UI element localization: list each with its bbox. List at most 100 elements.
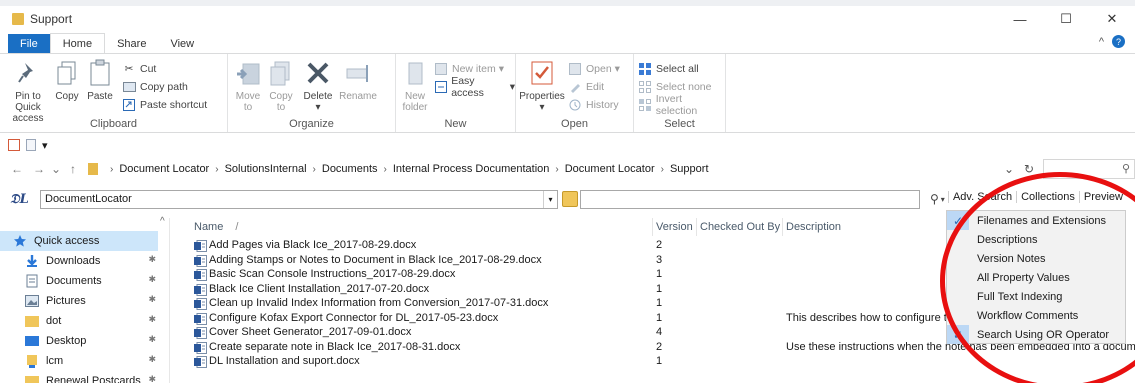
breadcrumb-item[interactable]: Document Locator	[565, 163, 655, 175]
dl-search-icon[interactable]: ⚲	[930, 192, 939, 206]
folder-icon	[88, 163, 98, 175]
collapse-ribbon-button[interactable]: ^	[1099, 36, 1104, 48]
delete-button[interactable]: Delete ▾	[300, 58, 336, 113]
dl-search-input[interactable]	[580, 189, 920, 209]
properties-qat-icon[interactable]	[8, 139, 20, 151]
refresh-icon[interactable]: ↻	[1019, 159, 1039, 179]
sidebar-item-quick-access[interactable]: Quick access	[0, 231, 158, 251]
checkmark-icon	[947, 249, 969, 268]
breadcrumb-item[interactable]: Internal Process Documentation	[393, 163, 550, 175]
search-input[interactable]: ⚲	[1043, 159, 1135, 179]
select-none-icon	[638, 80, 652, 94]
maximize-button[interactable]: ☐	[1043, 6, 1089, 32]
rename-button[interactable]: Rename	[338, 58, 378, 102]
minimize-button[interactable]: —	[997, 6, 1043, 32]
tab-share[interactable]: Share	[105, 34, 158, 53]
pin-icon[interactable]: ✱	[148, 254, 156, 265]
forward-arrow-icon[interactable]: →	[28, 162, 50, 176]
column-divider[interactable]	[696, 218, 697, 236]
invert-selection-button[interactable]: Invert selection	[638, 93, 725, 117]
pin-quick-access-button[interactable]: Pin to Quick access	[6, 58, 50, 124]
folder-icon	[12, 13, 24, 25]
menu-item-search-option[interactable]: Workflow Comments	[947, 306, 1125, 325]
help-icon[interactable]: ?	[1112, 35, 1125, 48]
pin-icon[interactable]: ✱	[148, 334, 156, 345]
sidebar-item-pictures[interactable]: Pictures ✱	[0, 291, 158, 311]
easy-access-button[interactable]: Easy access ▾	[434, 75, 515, 99]
search-options-dropdown-icon[interactable]: ▾	[941, 195, 945, 204]
browse-folder-icon[interactable]	[562, 191, 578, 207]
column-divider[interactable]	[652, 218, 653, 236]
location-combo[interactable]: DocumentLocator ▾	[40, 189, 558, 209]
move-to-button[interactable]: Move to	[232, 58, 264, 113]
preview-link[interactable]: Preview	[1078, 191, 1127, 203]
table-row[interactable]: DL Installation and suport.docx 1	[172, 355, 1135, 369]
tab-file[interactable]: File	[8, 34, 50, 53]
rename-icon	[343, 58, 373, 88]
copy-button[interactable]: Copy	[52, 58, 82, 102]
desktop-icon	[24, 334, 40, 348]
file-name: Configure Kofax Export Connector for DL_…	[209, 311, 499, 324]
group-label-clipboard: Clipboard	[89, 118, 138, 130]
pin-icon[interactable]: ✱	[148, 274, 156, 285]
breadcrumb-item[interactable]: Documents	[322, 163, 378, 175]
column-divider[interactable]	[782, 218, 783, 236]
menu-item-search-option[interactable]: ✓ Search Using OR Operator	[947, 325, 1125, 344]
open-button[interactable]: Open ▾	[568, 60, 620, 77]
file-name: DL Installation and suport.docx	[209, 355, 360, 367]
file-version: 4	[656, 326, 663, 338]
history-button[interactable]: History	[568, 96, 619, 113]
sidebar-item-documents[interactable]: Documents ✱	[0, 271, 158, 291]
edit-button[interactable]: Edit	[568, 78, 604, 95]
back-arrow-icon[interactable]: ←	[6, 162, 28, 176]
breadcrumb-item[interactable]: Document Locator	[119, 163, 209, 175]
qat-dropdown-icon[interactable]: ▾	[42, 139, 48, 152]
menu-item-search-option[interactable]: All Property Values	[947, 268, 1125, 287]
copy-to-button[interactable]: Copy to	[266, 58, 296, 113]
menu-item-search-option[interactable]: Full Text Indexing	[947, 287, 1125, 306]
column-header-name[interactable]: Name /	[194, 218, 238, 236]
sidebar-item-downloads[interactable]: Downloads ✱	[0, 251, 158, 271]
tab-view[interactable]: View	[158, 34, 206, 53]
breadcrumb-item[interactable]: SolutionsInternal	[225, 163, 307, 175]
breadcrumb-item[interactable]: Support	[670, 163, 709, 175]
up-arrow-icon[interactable]: ↑	[62, 162, 84, 176]
copy-path-button[interactable]: Copy path	[122, 78, 188, 95]
new-folder-qat-icon[interactable]	[26, 139, 36, 151]
cut-button[interactable]: ✂ Cut	[122, 60, 157, 77]
pin-icon[interactable]: ✱	[148, 354, 156, 365]
column-header-checked-out-by[interactable]: Checked Out By	[700, 218, 780, 236]
new-folder-button[interactable]: New folder	[400, 58, 430, 113]
paste-shortcut-button[interactable]: Paste shortcut	[122, 96, 207, 113]
address-dropdown-icon[interactable]: ⌄	[999, 159, 1019, 179]
menu-item-search-option[interactable]: ✓ Filenames and Extensions	[947, 211, 1125, 230]
select-all-button[interactable]: Select all	[638, 60, 699, 77]
sidebar-item-renewal-postcards[interactable]: Renewal Postcards ✱	[0, 371, 158, 383]
file-name: Adding Stamps or Notes to Document in Bl…	[209, 253, 542, 266]
pin-icon[interactable]: ✱	[148, 294, 156, 305]
sidebar-scrollbar[interactable]: ^	[159, 216, 169, 383]
title-bar: Support — ☐ ✕	[0, 6, 1135, 32]
sidebar-item-dot[interactable]: dot ✱	[0, 311, 158, 331]
properties-button[interactable]: Properties ▾	[518, 58, 566, 113]
paste-button[interactable]: Paste	[84, 58, 116, 102]
pin-icon[interactable]: ✱	[148, 374, 156, 383]
sidebar-item-lcm[interactable]: lcm ✱	[0, 351, 158, 371]
delete-x-icon	[303, 58, 333, 88]
menu-item-search-option[interactable]: Descriptions	[947, 230, 1125, 249]
column-header-version[interactable]: Version	[656, 218, 693, 236]
collections-link[interactable]: Collections	[1016, 191, 1079, 203]
file-version: 1	[656, 311, 663, 324]
pin-icon[interactable]: ✱	[148, 314, 156, 325]
adv-search-link[interactable]: Adv. Search	[947, 191, 1016, 203]
recent-locations-icon[interactable]: ⌄	[50, 162, 62, 176]
scroll-up-icon[interactable]: ^	[160, 216, 165, 227]
ribbon-right-controls: ^ ?	[1099, 35, 1125, 48]
sidebar-item-desktop[interactable]: Desktop ✱	[0, 331, 158, 351]
tab-home[interactable]: Home	[49, 33, 106, 53]
group-new: New folder New item ▾ Easy access ▾ New	[396, 54, 516, 132]
close-button[interactable]: ✕	[1089, 6, 1135, 32]
column-header-description[interactable]: Description	[786, 218, 841, 236]
menu-item-search-option[interactable]: Version Notes	[947, 249, 1125, 268]
combo-dropdown-icon[interactable]: ▾	[543, 190, 557, 208]
